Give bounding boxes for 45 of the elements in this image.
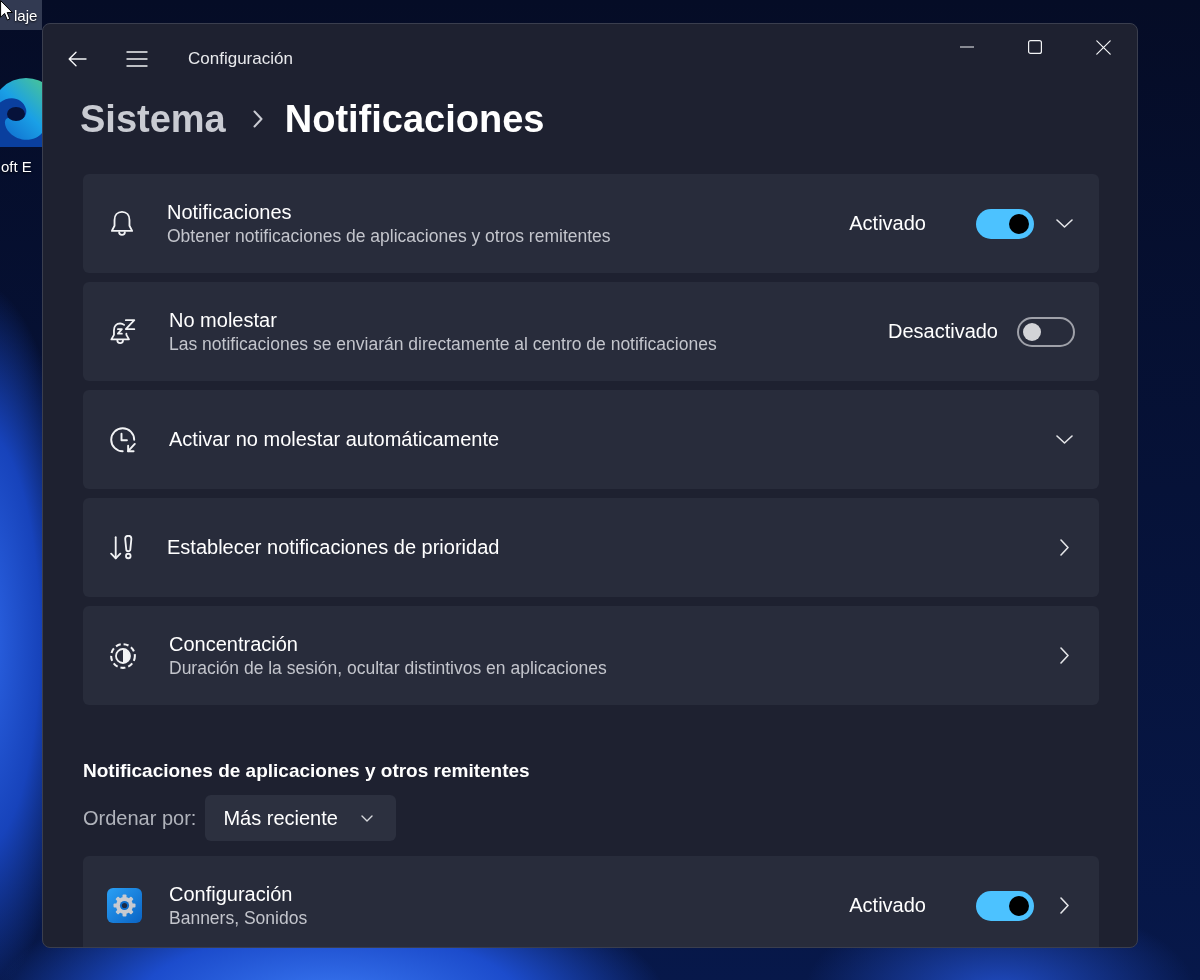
arrow-exclamation-icon xyxy=(110,534,134,561)
setting-card[interactable]: Notificaciones Obtener notificaciones de aplicaciones y otros remitentes Activado xyxy=(83,174,1099,273)
chevron-right-icon xyxy=(1060,539,1069,556)
setting-description: Duración de la sesión, ocultar distintivos en aplicaciones xyxy=(169,657,607,679)
window-title: Configuración xyxy=(188,49,293,69)
toggle-state-label: Desactivado xyxy=(887,320,998,343)
chevron-down-icon xyxy=(361,814,374,822)
sort-dropdown[interactable]: Más reciente xyxy=(205,795,397,841)
breadcrumb-parent[interactable]: Sistema xyxy=(80,97,226,141)
setting-description: Las notificaciones se enviarán directamente al centro de notificaciones xyxy=(169,333,717,355)
setting-description: Banners, Sonidos xyxy=(169,907,308,929)
setting-card[interactable]: Activar no molestar automáticamente xyxy=(83,390,1099,489)
menu-icon xyxy=(126,51,148,67)
bell-icon xyxy=(110,210,134,237)
desktop-icon-label[interactable]: oft E xyxy=(0,155,32,177)
toggle-switch[interactable] xyxy=(976,208,1034,239)
setting-title: Establecer notificaciones de prioridad xyxy=(167,535,500,560)
setting-title: Configuración xyxy=(169,882,293,907)
toggle-state-label: Activado xyxy=(849,894,926,917)
sort-label: Ordenar por: xyxy=(83,806,197,830)
setting-card[interactable]: Concentración Duración de la sesión, ocultar distintivos en aplicaciones xyxy=(83,606,1099,705)
setting-title: Activar no molestar automáticamente xyxy=(169,427,500,452)
dashed-circle-icon xyxy=(110,642,136,669)
setting-title: Concentración xyxy=(169,632,298,657)
toggle-switch[interactable] xyxy=(1017,316,1075,347)
chevron-right-icon xyxy=(1060,897,1069,914)
mouse-pointer-icon xyxy=(0,0,13,21)
section-heading: Notificaciones de aplicaciones y otros remitentes xyxy=(83,759,530,783)
gear-app-icon xyxy=(107,888,142,923)
setting-description: Obtener notificaciones de aplicaciones y otros remitentes xyxy=(167,225,611,247)
back-arrow-icon xyxy=(67,51,87,67)
toggle-switch[interactable] xyxy=(976,890,1034,921)
maximize-icon xyxy=(1028,40,1042,54)
setting-card[interactable]: Configuración Banners, Sonidos Activado xyxy=(83,856,1099,947)
toggle-state-label: Activado xyxy=(849,212,926,235)
setting-card[interactable]: No molestar Las notificaciones se enviarán directamente al centro de notificaciones Desactivado xyxy=(83,282,1099,381)
setting-title: Notificaciones xyxy=(167,200,292,225)
chevron-right-icon xyxy=(1060,647,1069,664)
minimize-icon xyxy=(960,46,974,48)
page-title: Notificaciones xyxy=(284,97,545,141)
breadcrumb-chevron-icon xyxy=(252,110,263,128)
setting-card[interactable]: Establecer notificaciones de prioridad xyxy=(83,498,1099,597)
close-icon xyxy=(1095,39,1111,55)
setting-title: No molestar xyxy=(169,308,277,333)
snooze-bell-icon xyxy=(110,318,136,345)
